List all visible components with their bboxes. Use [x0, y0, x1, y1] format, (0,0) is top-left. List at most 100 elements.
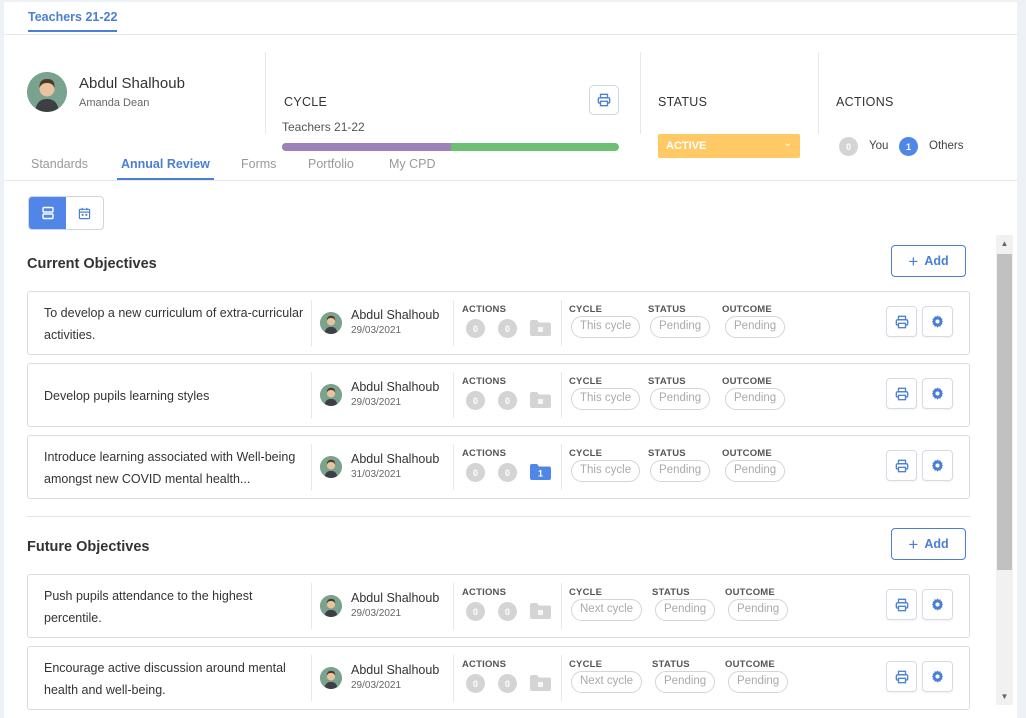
action-count-badge: 0 [498, 463, 517, 482]
avatar [27, 72, 67, 112]
cycle-pill: Next cycle [571, 599, 643, 621]
section-divider [27, 516, 970, 517]
objective-date: 29/03/2021 [351, 325, 402, 336]
status-label: STATUS [652, 659, 690, 670]
folder-icon[interactable] [530, 320, 551, 336]
status-heading: STATUS [658, 95, 708, 109]
print-objective-button[interactable] [886, 661, 917, 692]
top-tab-bar: Teachers 21-22 [4, 2, 1017, 35]
print-button[interactable] [589, 85, 619, 115]
cycle-label: CYCLE [569, 304, 603, 315]
print-objective-button[interactable] [886, 589, 917, 620]
divider [311, 300, 312, 346]
outcome-pill: Pending [725, 316, 786, 338]
objective-card[interactable]: To develop a new curriculum of extra-cur… [27, 291, 970, 355]
objective-title[interactable]: Introduce learning associated with Well-… [44, 446, 306, 490]
tab-portfolio[interactable]: Portfolio [308, 157, 354, 178]
calendar-icon [78, 207, 91, 219]
avatar [320, 667, 342, 689]
divider [265, 52, 266, 134]
objective-date: 31/03/2021 [351, 469, 402, 480]
outcome-pill: Pending [728, 599, 789, 621]
action-count-badge: 0 [498, 602, 517, 621]
avatar [320, 312, 342, 334]
folder-icon[interactable] [530, 392, 551, 408]
settings-button[interactable] [922, 589, 953, 620]
gear-icon [931, 315, 944, 328]
objective-title[interactable]: Encourage active discussion around menta… [44, 657, 306, 701]
gear-icon [931, 670, 944, 683]
printer-icon [597, 93, 611, 107]
calendar-view-button[interactable] [66, 197, 103, 229]
actions-label: ACTIONS [462, 659, 507, 670]
divider [453, 372, 454, 418]
print-objective-button[interactable] [886, 306, 917, 337]
status-pill: Pending [650, 316, 711, 338]
divider [561, 583, 562, 629]
printer-icon [895, 459, 908, 472]
scroll-up-arrow-icon[interactable]: ▲ [996, 235, 1013, 252]
settings-button[interactable] [922, 378, 953, 409]
app-window: Teachers 21-22 Abdul Shalhoub Amanda Dea… [4, 2, 1017, 718]
objective-title[interactable]: To develop a new curriculum of extra-cur… [44, 302, 306, 346]
add-current-objective-button[interactable]: + Add [891, 245, 966, 277]
objective-card[interactable]: Push pupils attendance to the highest pe… [27, 574, 970, 638]
objective-title[interactable]: Push pupils attendance to the highest pe… [44, 585, 306, 629]
divider [311, 583, 312, 629]
scrollbar-thumb[interactable] [997, 254, 1012, 570]
settings-button[interactable] [922, 661, 953, 692]
divider [561, 655, 562, 701]
objective-card[interactable]: Introduce learning associated with Well-… [27, 435, 970, 499]
status-label: STATUS [648, 304, 686, 315]
add-future-objective-button[interactable]: + Add [891, 528, 966, 560]
outcome-label: OUTCOME [725, 587, 775, 598]
action-count-badge: 0 [466, 463, 485, 482]
profile-header: Abdul Shalhoub Amanda Dean CYCLE Teacher… [4, 35, 1017, 158]
divider [311, 655, 312, 701]
user-name: Abdul Shalhoub [79, 75, 185, 92]
add-label: Add [924, 254, 949, 268]
tab-forms[interactable]: Forms [241, 157, 276, 178]
objective-title[interactable]: Develop pupils learning styles [44, 385, 306, 429]
status-label: STATUS [652, 587, 690, 598]
gear-icon [931, 598, 944, 611]
settings-button[interactable] [922, 450, 953, 481]
printer-icon [895, 670, 908, 683]
section-tabs: Standards Annual Review Forms Portfolio … [4, 150, 1017, 181]
status-pill: Pending [655, 599, 716, 621]
tab-annual-review[interactable]: Annual Review [117, 157, 214, 180]
files-folder[interactable]: 1 [530, 464, 551, 480]
objective-card[interactable]: Develop pupils learning styles Abdul Shal… [27, 363, 970, 427]
scroll-down-arrow-icon[interactable]: ▼ [996, 688, 1013, 705]
scrollbar[interactable]: ▲ ▼ [996, 235, 1013, 705]
settings-button[interactable] [922, 306, 953, 337]
status-label: STATUS [648, 376, 686, 387]
objective-date: 29/03/2021 [351, 608, 402, 619]
list-view-button[interactable] [29, 197, 66, 229]
cycle-label: CYCLE [569, 448, 603, 459]
tab-my-cpd[interactable]: My CPD [389, 157, 436, 178]
objective-owner: Abdul Shalhoub [351, 380, 440, 394]
plus-icon: + [908, 534, 919, 554]
print-objective-button[interactable] [886, 378, 917, 409]
chevron-down-icon: ⌄ [783, 138, 792, 149]
printer-icon [895, 598, 908, 611]
status-pill: Pending [655, 671, 716, 693]
outcome-pill: Pending [728, 671, 789, 693]
folder-icon[interactable] [530, 603, 551, 619]
print-objective-button[interactable] [886, 450, 917, 481]
divider [818, 52, 819, 134]
folder-icon[interactable] [530, 675, 551, 691]
tab-teachers-21-22[interactable]: Teachers 21-22 [28, 10, 118, 32]
divider [561, 372, 562, 418]
divider [311, 444, 312, 490]
gear-icon [931, 459, 944, 472]
tab-standards[interactable]: Standards [31, 157, 88, 178]
divider [453, 444, 454, 490]
cycle-label: CYCLE [569, 659, 603, 670]
cycle-label: CYCLE [569, 376, 603, 387]
objective-date: 29/03/2021 [351, 680, 402, 691]
files-count: 1 [538, 469, 543, 479]
objective-owner: Abdul Shalhoub [351, 663, 440, 677]
objective-card[interactable]: Encourage active discussion around menta… [27, 646, 970, 710]
